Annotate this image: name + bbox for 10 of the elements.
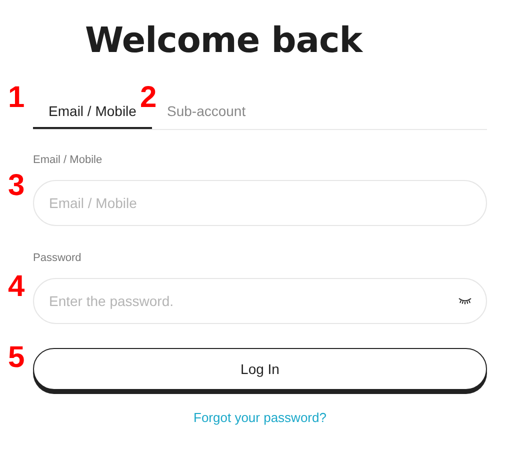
input-field[interactable]: Email / Mobile [33, 180, 487, 226]
field-label: Email / Mobile [33, 154, 104, 168]
password-field[interactable]: Enter the password. [33, 278, 487, 324]
field-label: Password [33, 252, 82, 266]
annotation-number: 5 [8, 343, 25, 373]
annotation-number: 4 [8, 272, 25, 302]
hidden-eye-icon[interactable] [458, 297, 472, 305]
annotation-number: 3 [8, 171, 25, 201]
annotation-number: 1 [8, 83, 25, 113]
page-title: Welcome back [84, 20, 364, 63]
